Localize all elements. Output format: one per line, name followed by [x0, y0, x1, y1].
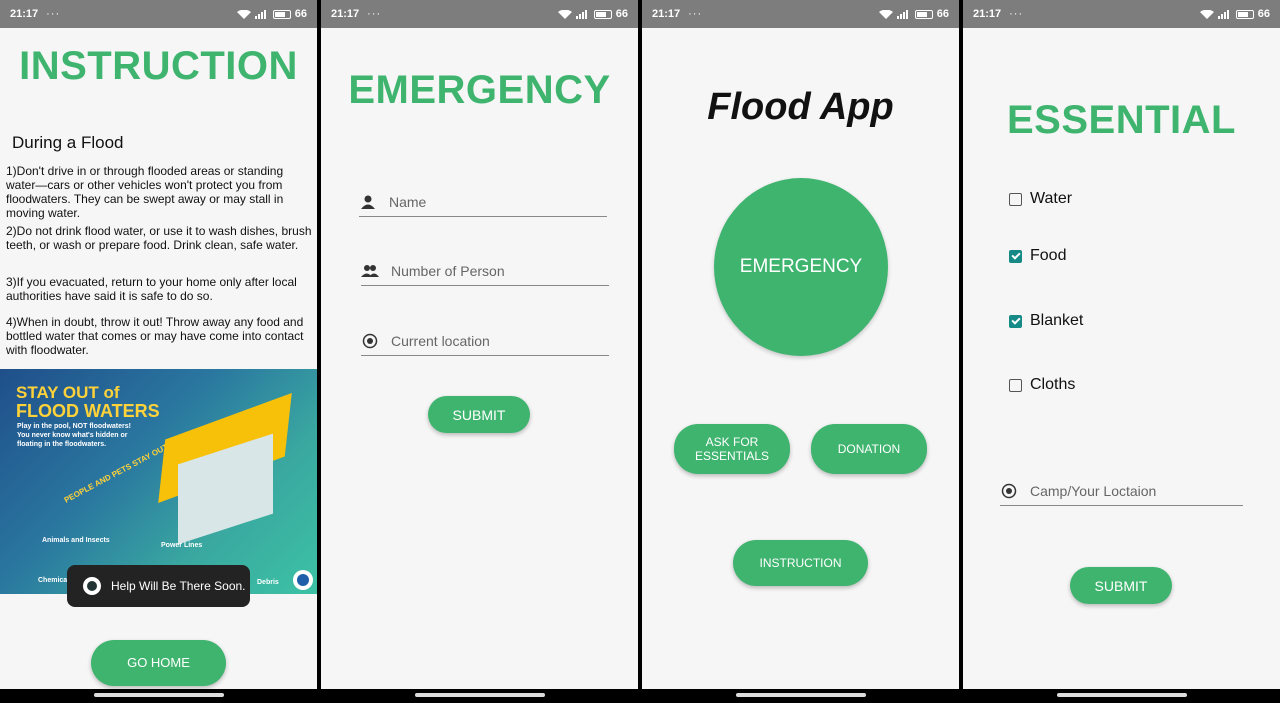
status-bar: 21:17 ··· 66 [0, 0, 317, 28]
status-dots: ··· [1009, 8, 1024, 20]
ask-for-essentials-button[interactable]: ASK FOR ESSENTIALS [674, 424, 790, 474]
app-icon [83, 577, 101, 595]
location-target-icon [1000, 482, 1018, 500]
battery-percent: 66 [615, 8, 628, 20]
app-title: Flood App [707, 86, 894, 128]
toast-text: Help Will Be There Soon. [111, 579, 246, 593]
phone-screen-essential: 21:17 ··· 66 ESSENTIAL Water Food Blanke… [963, 0, 1280, 703]
checkbox-blanket[interactable]: Blanket [1009, 312, 1083, 330]
flood-poster-image: STAY OUT of FLOOD WATERS Play in the poo… [0, 369, 317, 594]
signal-icon [575, 9, 590, 19]
phone-screen-emergency: 21:17 ··· 66 EMERGENCY SUBMIT [321, 0, 638, 703]
checkbox-food[interactable]: Food [1009, 247, 1066, 265]
checkbox-label: Blanket [1030, 312, 1084, 329]
wifi-icon [236, 9, 251, 19]
toast-message: Help Will Be There Soon. [67, 565, 250, 607]
submit-button[interactable]: SUBMIT [1070, 567, 1172, 604]
camp-location-field [1000, 477, 1243, 506]
wifi-icon [557, 9, 572, 19]
battery-icon [272, 9, 291, 19]
number-of-person-input[interactable] [389, 262, 609, 280]
instruction-paragraph-2: 2)Do not drink flood water, or use it to… [6, 224, 312, 252]
poster-label-power: Power Lines [161, 542, 203, 549]
camp-location-input[interactable] [1028, 482, 1243, 500]
status-time: 21:17 [331, 8, 360, 20]
checkbox-unchecked-icon[interactable] [1009, 378, 1022, 392]
instruction-paragraph-3: 3)If you evacuated, return to your home … [6, 275, 297, 303]
gesture-bar [0, 689, 317, 703]
status-bar: 21:17 ··· 66 [963, 0, 1280, 28]
poster-label-debris: Debris [257, 579, 279, 586]
name-input[interactable] [387, 193, 607, 211]
status-time: 21:17 [973, 8, 1002, 20]
instruction-paragraph-4: 4)When in doubt, throw it out! Throw awa… [6, 315, 304, 357]
section-subtitle: During a Flood [12, 133, 124, 152]
wifi-icon [1199, 9, 1214, 19]
battery-percent: 66 [936, 8, 949, 20]
ask-label-line2: ESSENTIALS [694, 449, 770, 463]
current-location-input[interactable] [389, 332, 609, 350]
instruction-button[interactable]: INSTRUCTION [733, 540, 868, 586]
checkbox-label: Cloths [1030, 376, 1076, 393]
phone-screen-home: 21:17 ··· 66 Flood App EMERGENCY ASK FOR… [642, 0, 959, 703]
signal-icon [896, 9, 911, 19]
status-time: 21:17 [652, 8, 681, 20]
wifi-icon [878, 9, 893, 19]
gesture-bar [321, 689, 638, 703]
signal-icon [1217, 9, 1232, 19]
page-title: EMERGENCY [348, 68, 611, 112]
poster-text-line1: Play in the pool, NOT floodwaters! [17, 423, 131, 430]
location-target-icon [361, 332, 379, 350]
poster-label-chemical: Chemical [38, 577, 70, 584]
checkbox-checked-icon[interactable] [1009, 249, 1022, 263]
checkbox-label: Water [1030, 190, 1073, 207]
status-bar: 21:17 ··· 66 [321, 0, 638, 28]
checkbox-checked-icon[interactable] [1009, 314, 1022, 328]
status-dots: ··· [367, 8, 382, 20]
phone-screen-instruction: 21:17 ··· 66 INSTRUCTION During a Flood … [0, 0, 317, 703]
poster-title-line2: FLOOD WATERS [16, 401, 160, 421]
poster-title-line1: STAY OUT of [16, 383, 120, 402]
battery-icon [1235, 9, 1254, 19]
checkbox-unchecked-icon[interactable] [1009, 192, 1022, 206]
name-field [359, 188, 607, 217]
status-bar: 21:17 ··· 66 [642, 0, 959, 28]
page-title: INSTRUCTION [19, 44, 298, 88]
battery-icon [914, 9, 933, 19]
battery-percent: 66 [1257, 8, 1270, 20]
emergency-circle-button[interactable]: EMERGENCY [714, 178, 888, 356]
gesture-bar [642, 689, 959, 703]
persons-field [361, 257, 609, 286]
gesture-bar [963, 689, 1280, 703]
poster-text-line3: floating in the floodwaters. [17, 441, 107, 448]
status-dots: ··· [688, 8, 703, 20]
status-dots: ··· [46, 8, 61, 20]
ask-label-line1: ASK FOR [705, 435, 759, 449]
checkbox-label: Food [1030, 247, 1067, 264]
location-field [361, 327, 609, 356]
battery-percent: 66 [294, 8, 307, 20]
battery-icon [593, 9, 612, 19]
instruction-paragraph-1: 1)Don't drive in or through flooded area… [6, 164, 284, 220]
group-icon [361, 262, 379, 280]
go-home-button[interactable]: GO HOME [91, 640, 226, 686]
signal-icon [254, 9, 269, 19]
checkbox-cloths[interactable]: Cloths [1009, 376, 1075, 394]
noaa-logo-icon [293, 570, 313, 590]
poster-label-animals: Animals and Insects [42, 537, 110, 544]
poster-text-line2: You never know what's hidden or [17, 432, 128, 439]
person-icon [359, 193, 377, 211]
checkbox-water[interactable]: Water [1009, 190, 1072, 208]
status-time: 21:17 [10, 8, 39, 20]
page-title: ESSENTIAL [1007, 98, 1236, 142]
donation-button[interactable]: DONATION [811, 424, 927, 474]
submit-button[interactable]: SUBMIT [428, 396, 530, 433]
poster-diagonal-text: PEOPLE AND PETS STAY OUT [62, 442, 170, 505]
